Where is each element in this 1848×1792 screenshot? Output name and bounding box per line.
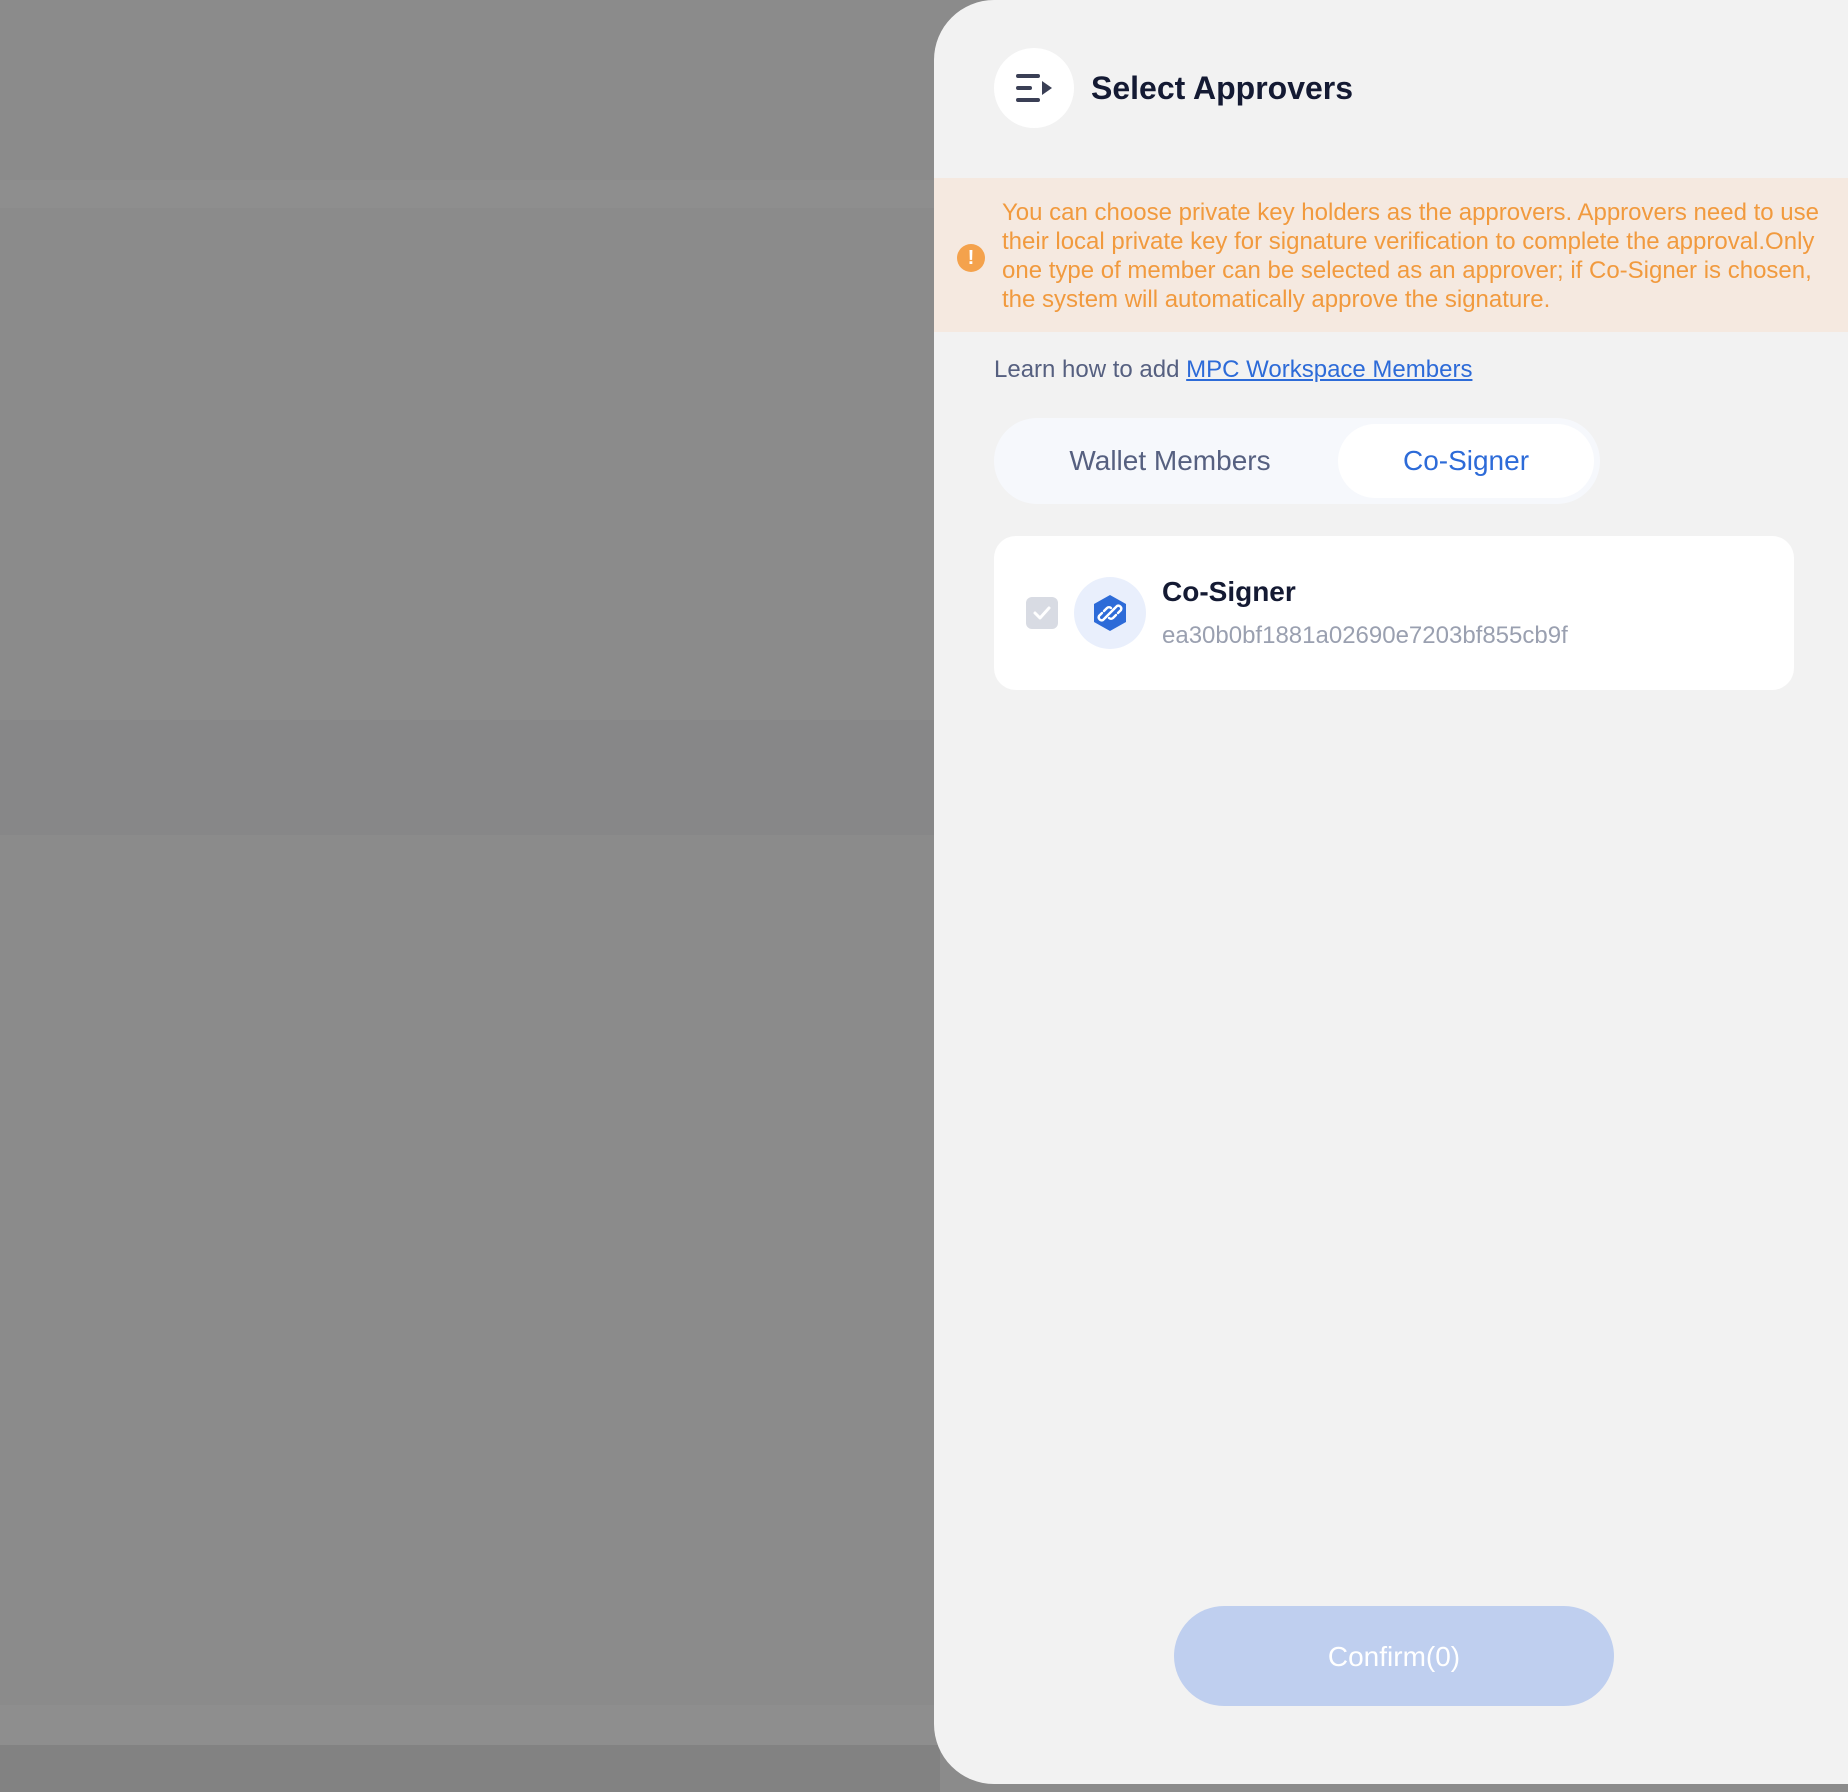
background-row — [0, 1705, 940, 1745]
avatar — [1074, 577, 1146, 649]
mpc-workspace-members-link[interactable]: MPC Workspace Members — [1186, 356, 1472, 383]
background-row — [0, 180, 940, 208]
learn-prefix: Learn how to add — [994, 356, 1180, 383]
drawer-header: Select Approvers — [994, 48, 1353, 128]
cosigner-link-icon — [1094, 595, 1126, 631]
confirm-button[interactable]: Confirm(0) — [1174, 1606, 1614, 1706]
select-approvers-drawer: Select Approvers ! You can choose privat… — [934, 0, 1848, 1784]
background-row — [0, 1745, 940, 1792]
exclamation-icon: ! — [957, 244, 985, 272]
tab-co-signer[interactable]: Co-Signer — [1338, 424, 1594, 498]
member-name: Co-Signer — [1162, 576, 1296, 607]
learn-how-text: Learn how to add MPC Workspace Members — [994, 356, 1472, 384]
member-checkbox[interactable] — [1026, 597, 1058, 629]
alert-text: You can choose private key holders as th… — [1002, 199, 1819, 313]
member-id: ea30b0bf1881a02690e7203bf855cb9f — [1162, 622, 1568, 649]
check-icon — [1033, 606, 1051, 620]
tab-wallet-members[interactable]: Wallet Members — [1000, 424, 1340, 498]
collapse-drawer-icon — [1016, 74, 1052, 102]
info-alert: ! You can choose private key holders as … — [934, 178, 1848, 332]
list-item[interactable]: Co-Signer ea30b0bf1881a02690e7203bf855cb… — [994, 536, 1794, 690]
collapse-drawer-button[interactable] — [994, 48, 1074, 128]
background-row — [0, 720, 940, 835]
member-type-tabs: Wallet Members Co-Signer — [994, 418, 1600, 504]
drawer-title: Select Approvers — [1091, 69, 1354, 106]
